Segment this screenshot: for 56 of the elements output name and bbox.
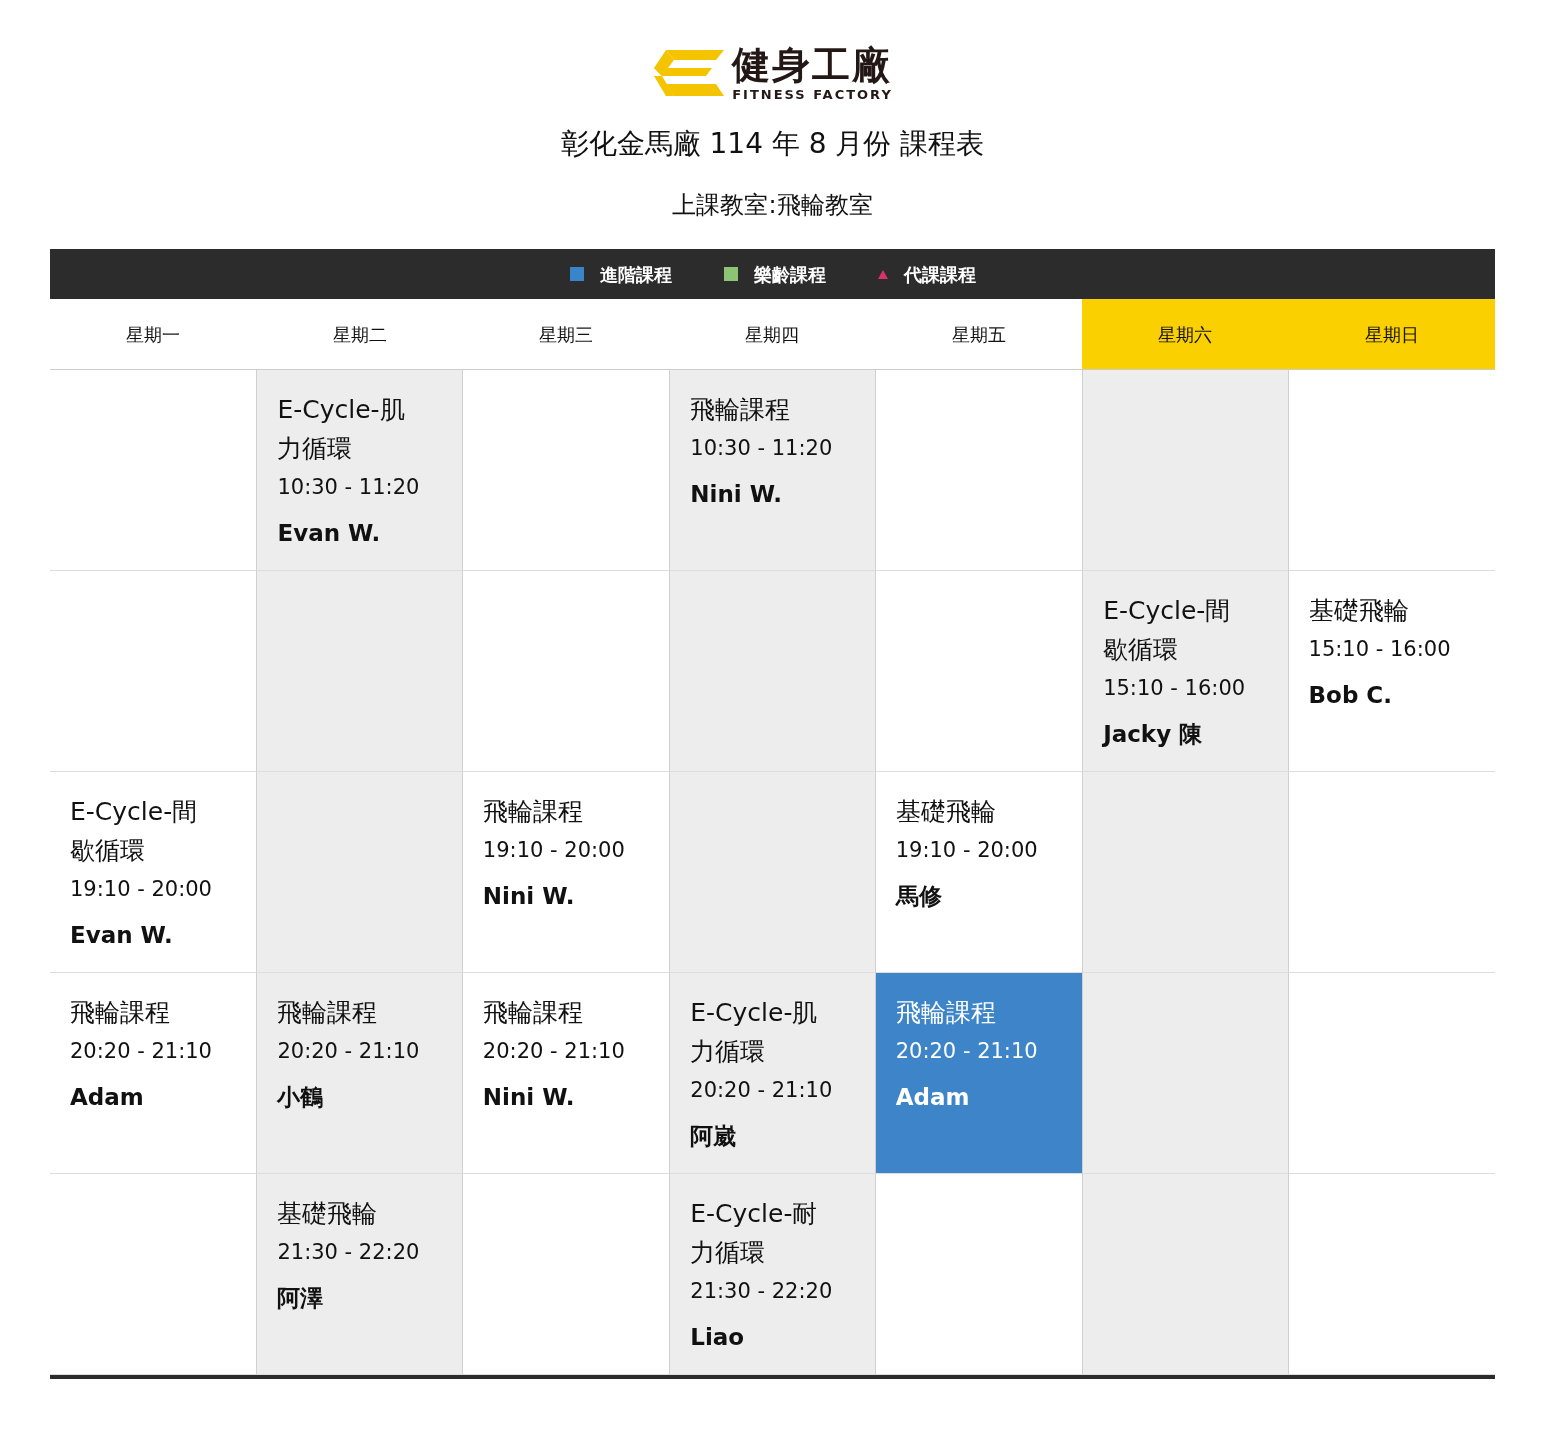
class-time: 10:30 - 11:20 [690,435,834,462]
instructor-name: Adam [895,1082,971,1112]
instructor-name: Evan W. [277,518,382,548]
day-header: 星期四 [744,322,801,347]
class-name: E-Cycle-間歇循環 [70,796,199,867]
instructor-name: Adam [70,1082,145,1112]
day-header: 星期一 [125,322,182,347]
class-name: E-Cycle-肌力循環 [277,394,406,465]
class-time: 10:30 - 11:20 [277,474,421,501]
day-header: 星期三 [538,322,595,347]
logo-text: 健身工廠 [732,46,893,84]
class-time: 21:30 - 22:20 [690,1278,834,1305]
class-name: 飛輪課程 [482,796,584,828]
day-header: 星期二 [331,322,388,347]
class-name: E-Cycle-肌力循環 [690,997,819,1068]
class-time: 19:10 - 20:00 [895,837,1039,864]
legend-label: 樂齡課程 [753,262,826,287]
class-name: 飛輪課程 [70,997,171,1029]
class-time: 21:30 - 22:20 [277,1239,421,1266]
instructor-name: Nini W. [690,479,783,509]
instructor-name: 阿崴 [690,1121,738,1151]
class-name: 飛輪課程 [482,997,584,1029]
class-time: 20:20 - 21:10 [895,1038,1039,1065]
schedule-title: 彰化金馬廠 114 年 8 月份 課程表 [560,126,985,162]
instructor-name: Jacky 陳 [1103,719,1204,749]
class-time: 15:10 - 16:00 [1103,675,1247,702]
instructor-name: Evan W. [70,920,174,950]
class-time: 19:10 - 20:00 [482,837,626,864]
class-name: 基礎飛輪 [1308,595,1410,627]
instructor-name: Bob C. [1308,680,1393,710]
class-time: 20:20 - 21:10 [70,1038,213,1065]
logo-tagline: FITNESS FACTORY [732,88,893,101]
day-header: 星期六 [1082,299,1289,369]
instructor-name: 馬修 [895,881,943,911]
day-header: 星期五 [950,322,1007,347]
legend-label: 代課課程 [903,262,976,287]
legend-label: 進階課程 [599,262,672,287]
day-header: 星期日 [1288,299,1495,369]
class-time: 20:20 - 21:10 [690,1077,834,1104]
class-name: E-Cycle-間歇循環 [1103,595,1232,666]
class-time: 19:10 - 20:00 [70,876,213,903]
class-name: 飛輪課程 [690,394,792,426]
class-time: 15:10 - 16:00 [1308,636,1452,663]
instructor-name: Nini W. [482,881,576,911]
class-name: 飛輪課程 [895,997,997,1029]
class-name: 基礎飛輪 [895,796,997,828]
instructor-name: Liao [690,1322,746,1352]
class-name: E-Cycle-耐力循環 [690,1198,819,1269]
class-name: 基礎飛輪 [277,1198,379,1230]
class-name: 飛輪課程 [277,997,379,1029]
class-time: 20:20 - 21:10 [277,1038,421,1065]
instructor-name: 阿澤 [277,1283,325,1313]
classroom-label: 上課教室:飛輪教室 [672,190,873,221]
class-time: 20:20 - 21:10 [482,1038,626,1065]
instructor-name: Nini W. [482,1082,576,1112]
instructor-name: 小鶴 [277,1082,325,1112]
